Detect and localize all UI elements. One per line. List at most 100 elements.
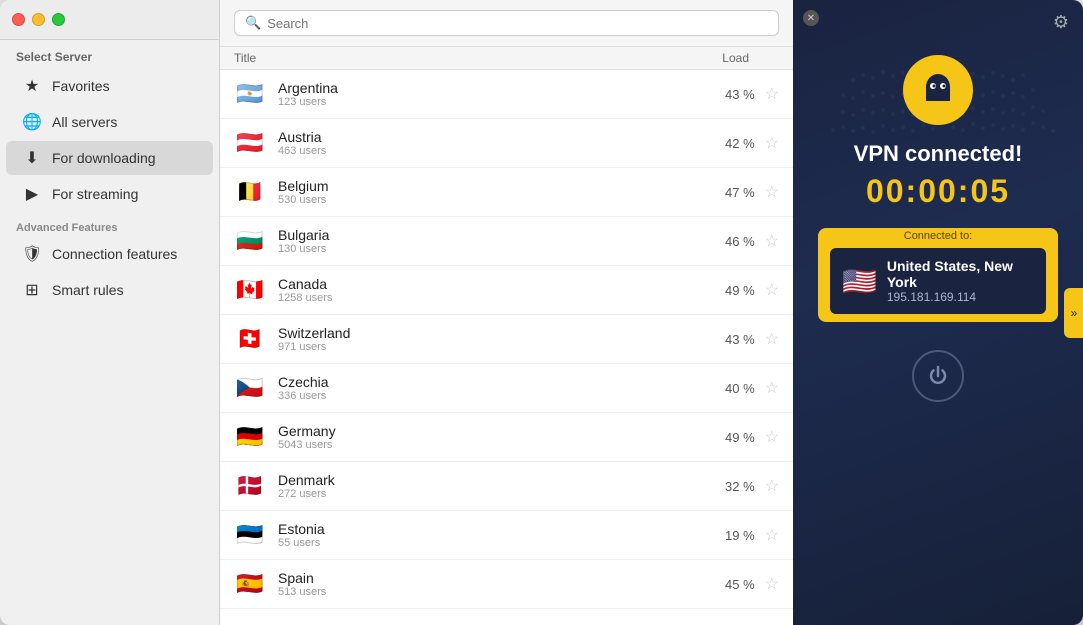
collapse-icon: » <box>1071 306 1078 320</box>
sidebar-item-all-servers-label: All servers <box>52 114 117 130</box>
table-row[interactable]: 🇧🇪 Belgium 530 users 47 % ☆ <box>220 168 793 217</box>
table-header: Title Load <box>220 47 793 70</box>
connected-info: United States, New York 195.181.169.114 <box>887 258 1034 304</box>
table-row[interactable]: 🇦🇹 Austria 463 users 42 % ☆ <box>220 119 793 168</box>
connected-country: United States, New York <box>887 258 1034 290</box>
favorite-star-icon[interactable]: ☆ <box>765 280 779 300</box>
favorite-star-icon[interactable]: ☆ <box>765 574 779 594</box>
search-icon: 🔍 <box>245 15 261 31</box>
server-load: 49 % <box>695 430 755 445</box>
connected-to-label: Connected to: <box>830 230 1046 242</box>
server-name: Germany <box>278 423 695 439</box>
table-row[interactable]: 🇦🇷 Argentina 123 users 43 % ☆ <box>220 70 793 119</box>
server-load: 46 % <box>695 234 755 249</box>
minimize-button[interactable] <box>32 13 45 26</box>
server-load: 43 % <box>695 87 755 102</box>
play-icon: ▶ <box>22 184 42 204</box>
server-name: Czechia <box>278 374 695 390</box>
favorite-star-icon[interactable]: ☆ <box>765 329 779 349</box>
download-icon: ⬇ <box>22 148 42 168</box>
server-load: 45 % <box>695 577 755 592</box>
sidebar-item-favorites-label: Favorites <box>52 78 110 94</box>
favorite-star-icon[interactable]: ☆ <box>765 84 779 104</box>
col-title-header: Title <box>234 51 699 65</box>
table-row[interactable]: 🇩🇪 Germany 5043 users 49 % ☆ <box>220 413 793 462</box>
server-users: 336 users <box>278 390 695 402</box>
server-users: 530 users <box>278 194 695 206</box>
favorite-star-icon[interactable]: ☆ <box>765 525 779 545</box>
server-users: 123 users <box>278 96 695 108</box>
flag-icon: 🇦🇷 <box>234 78 266 110</box>
server-list: 🇦🇷 Argentina 123 users 43 % ☆ 🇦🇹 Austria… <box>220 70 793 625</box>
server-users: 971 users <box>278 341 695 353</box>
server-name: Bulgaria <box>278 227 695 243</box>
gear-icon[interactable]: ⚙ <box>1053 12 1069 33</box>
server-info: Estonia 55 users <box>278 521 695 549</box>
right-panel: ✕ ⚙ VPN connected! 00:00:05 Connected to… <box>793 0 1083 625</box>
vpn-status-text: VPN connected! <box>854 141 1023 167</box>
server-info: Germany 5043 users <box>278 423 695 451</box>
ghost-logo-icon <box>919 71 957 109</box>
table-row[interactable]: 🇪🇪 Estonia 55 users 19 % ☆ <box>220 511 793 560</box>
server-name: Denmark <box>278 472 695 488</box>
col-load-header: Load <box>699 51 779 65</box>
star-icon: ★ <box>22 76 42 96</box>
maximize-button[interactable] <box>52 13 65 26</box>
sidebar-item-all-servers[interactable]: 🌐 All servers <box>6 105 213 139</box>
titlebar <box>0 0 219 40</box>
table-row[interactable]: 🇪🇸 Spain 513 users 45 % ☆ <box>220 560 793 609</box>
table-row[interactable]: 🇧🇬 Bulgaria 130 users 46 % ☆ <box>220 217 793 266</box>
flag-icon: 🇨🇦 <box>234 274 266 306</box>
server-users: 55 users <box>278 537 695 549</box>
grid-icon: ⊞ <box>22 280 42 300</box>
favorite-star-icon[interactable]: ☆ <box>765 182 779 202</box>
server-info: Denmark 272 users <box>278 472 695 500</box>
power-icon <box>926 364 950 388</box>
server-load: 19 % <box>695 528 755 543</box>
globe-icon: 🌐 <box>22 112 42 132</box>
server-name: Austria <box>278 129 695 145</box>
favorite-star-icon[interactable]: ☆ <box>765 133 779 153</box>
favorite-star-icon[interactable]: ☆ <box>765 378 779 398</box>
sidebar-item-for-downloading-label: For downloading <box>52 150 156 166</box>
server-load: 43 % <box>695 332 755 347</box>
server-info: Switzerland 971 users <box>278 325 695 353</box>
sidebar-item-for-downloading[interactable]: ⬇ For downloading <box>6 141 213 175</box>
sidebar-item-for-streaming-label: For streaming <box>52 186 138 202</box>
favorite-star-icon[interactable]: ☆ <box>765 427 779 447</box>
search-bar: 🔍 <box>220 0 793 47</box>
close-right-button[interactable]: ✕ <box>803 10 819 26</box>
search-input-wrap[interactable]: 🔍 <box>234 10 779 36</box>
table-row[interactable]: 🇨🇦 Canada 1258 users 49 % ☆ <box>220 266 793 315</box>
favorite-star-icon[interactable]: ☆ <box>765 231 779 251</box>
sidebar-item-smart-rules[interactable]: ⊞ Smart rules <box>6 273 213 307</box>
table-row[interactable]: 🇨🇭 Switzerland 971 users 43 % ☆ <box>220 315 793 364</box>
server-info: Bulgaria 130 users <box>278 227 695 255</box>
favorite-star-icon[interactable]: ☆ <box>765 476 779 496</box>
flag-icon: 🇧🇪 <box>234 176 266 208</box>
power-button[interactable] <box>912 350 964 402</box>
table-row[interactable]: 🇨🇿 Czechia 336 users 40 % ☆ <box>220 364 793 413</box>
sidebar-item-for-streaming[interactable]: ▶ For streaming <box>6 177 213 211</box>
server-name: Estonia <box>278 521 695 537</box>
close-button[interactable] <box>12 13 25 26</box>
server-load: 49 % <box>695 283 755 298</box>
flag-icon: 🇨🇿 <box>234 372 266 404</box>
app-window: Select Server ★ Favorites 🌐 All servers … <box>0 0 1083 625</box>
sidebar-item-connection-features[interactable]: 🛡 Connection features <box>6 237 213 271</box>
server-name: Switzerland <box>278 325 695 341</box>
shield-icon: 🛡 <box>22 244 42 264</box>
select-server-label: Select Server <box>0 40 219 68</box>
flag-icon: 🇩🇪 <box>234 421 266 453</box>
server-name: Canada <box>278 276 695 292</box>
flag-icon: 🇪🇪 <box>234 519 266 551</box>
search-input[interactable] <box>267 16 768 31</box>
table-row[interactable]: 🇩🇰 Denmark 272 users 32 % ☆ <box>220 462 793 511</box>
server-users: 5043 users <box>278 439 695 451</box>
sidebar-item-smart-rules-label: Smart rules <box>52 282 124 298</box>
server-users: 130 users <box>278 243 695 255</box>
vpn-logo <box>903 55 973 125</box>
sidebar-item-favorites[interactable]: ★ Favorites <box>6 69 213 103</box>
collapse-button[interactable]: » <box>1064 288 1083 338</box>
server-info: Czechia 336 users <box>278 374 695 402</box>
